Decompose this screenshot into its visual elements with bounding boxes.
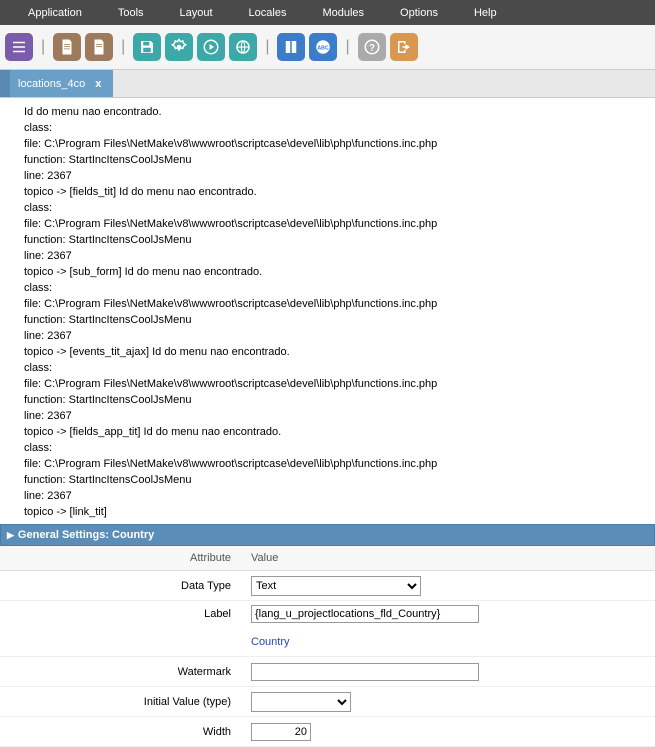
menu-modules[interactable]: Modules xyxy=(304,7,382,19)
log-line: Id do menu nao encontrado. xyxy=(24,104,651,120)
svg-text:ABC: ABC xyxy=(318,45,330,51)
list-icon[interactable] xyxy=(5,33,33,61)
svg-text:?: ? xyxy=(369,43,375,54)
log-line: line: 2367 xyxy=(24,168,651,184)
log-line: class: xyxy=(24,360,651,376)
log-line: file: C:\Program Files\NetMake\v8\wwwroo… xyxy=(24,456,651,472)
toolbar-sep: | xyxy=(265,38,269,56)
doc-icon[interactable] xyxy=(53,33,81,61)
log-line: line: 2367 xyxy=(24,328,651,344)
log-line: file: C:\Program Files\NetMake\v8\wwwroo… xyxy=(24,216,651,232)
select-initial[interactable] xyxy=(251,692,351,712)
row-watermark: Watermark xyxy=(0,657,655,687)
doc2-icon[interactable] xyxy=(85,33,113,61)
toolbar: | | | ABC | ? xyxy=(0,25,655,70)
log-line: topico -> [fields_tit] Id do menu nao en… xyxy=(24,184,651,200)
log-line: file: C:\Program Files\NetMake\v8\wwwroo… xyxy=(24,296,651,312)
log-line: function: StartIncItensCoolJsMenu xyxy=(24,312,651,328)
row-initial: Initial Value (type) xyxy=(0,687,655,717)
log-line: topico -> [link_tit] xyxy=(24,504,651,520)
collapse-icon: ▶ xyxy=(7,530,14,541)
row-label-resolved: Country xyxy=(0,627,655,657)
label-initial: Initial Value (type) xyxy=(0,692,245,712)
input-watermark[interactable] xyxy=(251,663,479,681)
label-watermark: Watermark xyxy=(0,662,245,682)
menu-help[interactable]: Help xyxy=(456,7,515,19)
tabbar: locations_4co x xyxy=(0,70,655,98)
exit-icon[interactable] xyxy=(390,33,418,61)
play-icon[interactable] xyxy=(197,33,225,61)
col-attribute: Attribute xyxy=(0,546,245,570)
toolbar-sep: | xyxy=(41,38,45,56)
gear-icon[interactable] xyxy=(165,33,193,61)
log-line: line: 2367 xyxy=(24,248,651,264)
log-line: function: StartIncItensCoolJsMenu xyxy=(24,392,651,408)
log-line: line: 2367 xyxy=(24,408,651,424)
select-data-type[interactable]: Text xyxy=(251,576,421,596)
log-output: Id do menu nao encontrado. class: file: … xyxy=(0,98,655,520)
col-value: Value xyxy=(245,546,655,570)
input-label[interactable] xyxy=(251,605,479,623)
menubar: Application Tools Layout Locales Modules… xyxy=(0,0,655,25)
menu-layout[interactable]: Layout xyxy=(162,7,231,19)
help-icon[interactable]: ? xyxy=(358,33,386,61)
log-line: class: xyxy=(24,120,651,136)
label-label: Label xyxy=(0,604,245,624)
globe-icon[interactable] xyxy=(229,33,257,61)
toolbar-sep: | xyxy=(121,38,125,56)
log-line: topico -> [fields_app_tit] Id do menu na… xyxy=(24,424,651,440)
log-line: class: xyxy=(24,280,651,296)
log-line: function: StartIncItensCoolJsMenu xyxy=(24,232,651,248)
label-resolved: Country xyxy=(245,632,655,652)
log-line: line: 2367 xyxy=(24,488,651,504)
tab-label: locations_4co xyxy=(18,78,85,90)
row-width: Width xyxy=(0,717,655,747)
log-line: topico -> [events_tit_ajax] Id do menu n… xyxy=(24,344,651,360)
log-line: function: StartIncItensCoolJsMenu xyxy=(24,152,651,168)
log-line: class: xyxy=(24,440,651,456)
log-line: function: StartIncItensCoolJsMenu xyxy=(24,472,651,488)
grid-header: Attribute Value xyxy=(0,546,655,571)
row-data-type: Data Type Text xyxy=(0,571,655,601)
tab-locations[interactable]: locations_4co x xyxy=(10,70,113,97)
row-label: Label xyxy=(0,601,655,627)
menu-application[interactable]: Application xyxy=(10,7,100,19)
menu-tools[interactable]: Tools xyxy=(100,7,162,19)
log-line: file: C:\Program Files\NetMake\v8\wwwroo… xyxy=(24,136,651,152)
panel-header[interactable]: ▶ General Settings: Country xyxy=(0,524,655,546)
log-line: topico -> [sub_form] Id do menu nao enco… xyxy=(24,264,651,280)
save-icon[interactable] xyxy=(133,33,161,61)
tab-handle xyxy=(0,70,10,97)
menu-locales[interactable]: Locales xyxy=(231,7,305,19)
panel-title: General Settings: Country xyxy=(18,529,154,541)
toolbar-sep: | xyxy=(345,38,349,56)
log-line: file: C:\Program Files\NetMake\v8\wwwroo… xyxy=(24,376,651,392)
abc-icon[interactable]: ABC xyxy=(309,33,337,61)
label-data-type: Data Type xyxy=(0,576,245,596)
book-icon[interactable] xyxy=(277,33,305,61)
input-width[interactable] xyxy=(251,723,311,741)
menu-options[interactable]: Options xyxy=(382,7,456,19)
log-line: class: xyxy=(24,200,651,216)
close-icon[interactable]: x xyxy=(91,78,105,90)
